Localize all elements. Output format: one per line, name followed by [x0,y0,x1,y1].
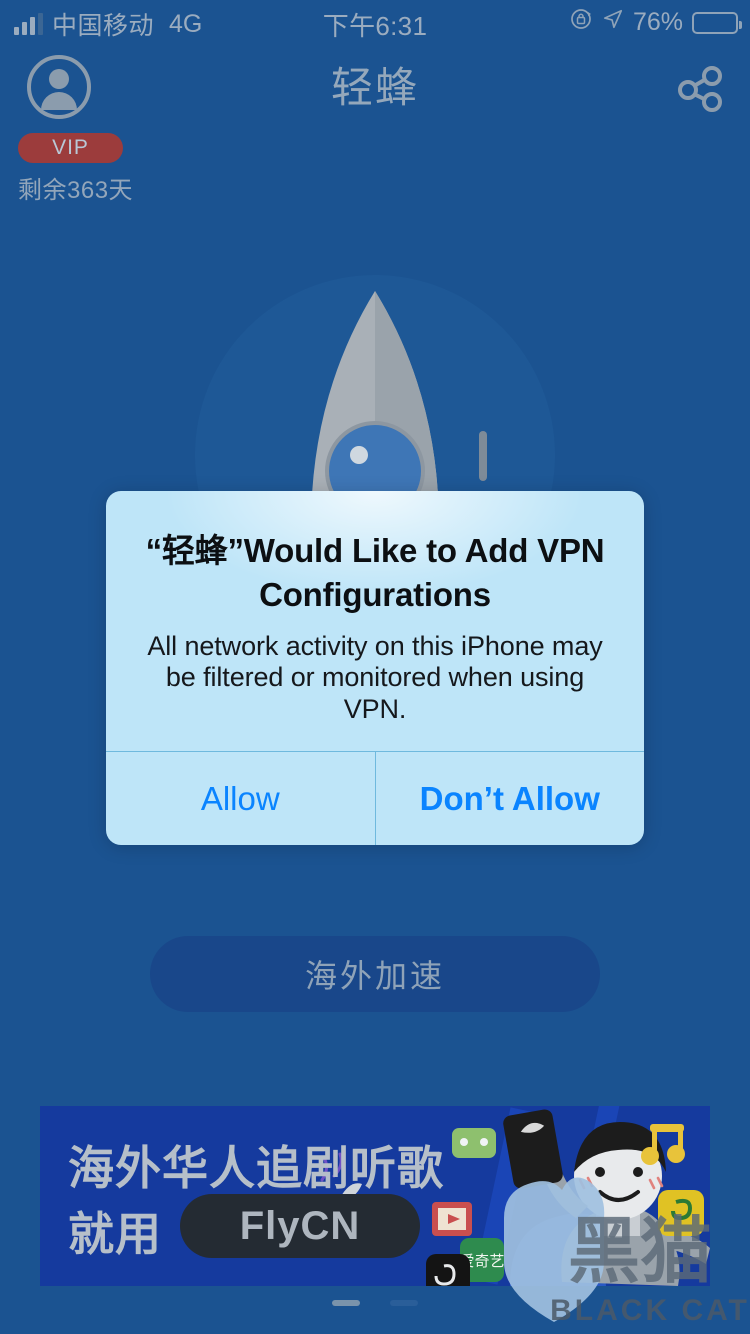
phone-screen: 中国移动 4G 下午6:31 76% 轻蜂 VIP 剩余363天 海外加速 爱奇… [0,0,750,1334]
alert-title: “轻蜂”Would Like to Add VPN Configurations [145,532,605,613]
allow-button[interactable]: Allow [106,752,375,845]
alert-overlay: “轻蜂”Would Like to Add VPN Configurations… [0,0,750,1334]
vpn-permission-dialog: “轻蜂”Would Like to Add VPN Configurations… [106,491,644,845]
alert-body: “轻蜂”Would Like to Add VPN Configurations… [106,491,644,725]
alert-actions: Allow Don’t Allow [106,751,644,845]
dont-allow-button[interactable]: Don’t Allow [374,752,645,845]
alert-message: All network activity on this iPhone may … [147,630,603,724]
